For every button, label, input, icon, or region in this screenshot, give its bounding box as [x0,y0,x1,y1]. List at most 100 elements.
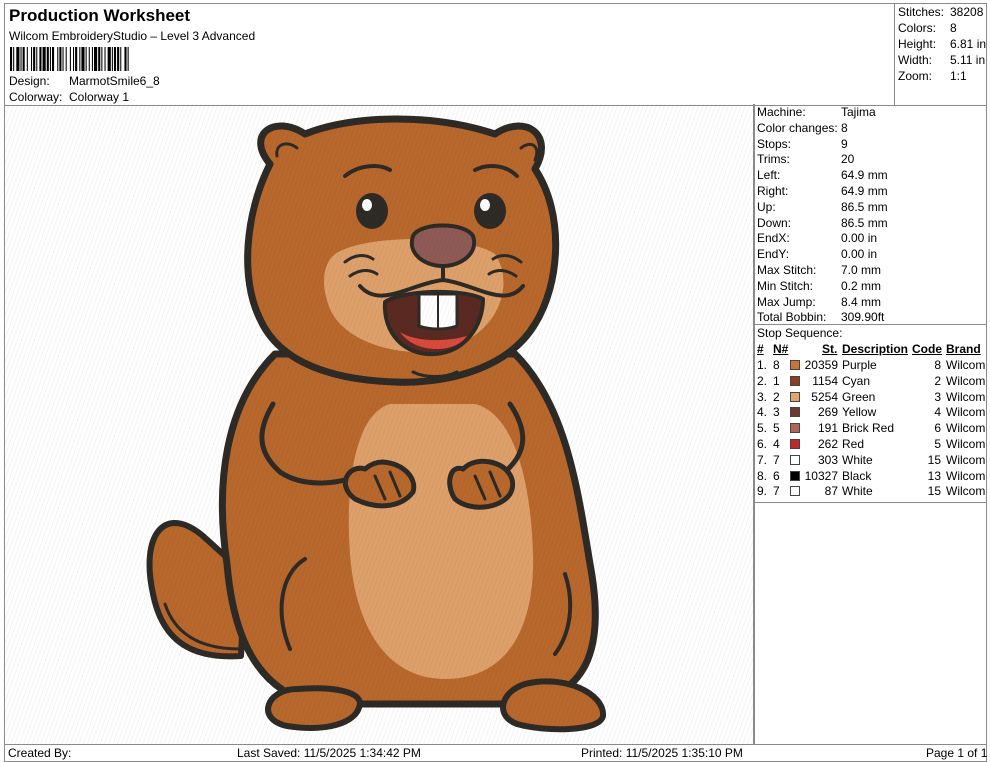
barcode-bar [81,47,85,71]
machine-info-value: 64.9 mm [841,168,888,183]
barcode-bar [88,47,90,71]
machine-info-value: 309.90ft [841,310,885,325]
machine-info-label: Max Stitch: [757,263,817,277]
stop-cell-n: 6 [773,468,780,483]
machine-info-label: Machine: [757,105,806,119]
stop-cell-n: 8 [773,358,780,372]
barcode-bar [94,47,98,71]
thread-color-swatch [790,486,800,497]
barcode-bar [113,47,117,71]
machine-info-label: Max Jump: [757,294,816,309]
machine-info-row: Left: 64.9 mm [757,168,888,182]
page-number: Page 1 of 1 [926,746,988,760]
barcode-bar [10,47,13,71]
machine-info-value: 8 [841,120,848,135]
machine-info-value: 9 [841,136,848,151]
barcode-bar [117,47,120,71]
machine-info-value: 0.00 in [841,231,878,246]
barcode-bar [98,47,101,71]
barcode-bar [31,47,33,71]
machine-info-value: 0.2 mm [841,278,882,293]
stop-cell-brand: Wilcom [946,389,986,404]
machine-info-label: EndX: [757,231,790,246]
design-name: MarmotSmile6_8 [69,74,160,88]
stop-cell-brand: Wilcom [946,437,986,451]
stop-cell-n: 7 [773,452,780,467]
stop-cell-code: 6 [934,421,941,436]
design-label: Design: [9,74,50,88]
barcode-bar [101,47,103,71]
thread-color-swatch [790,375,800,386]
thread-color-swatch [790,407,800,418]
stop-cell-brand: Wilcom [946,421,986,436]
machine-info-row: EndX: 0.00 in [757,231,877,246]
machine-info-value: Tajima [841,105,876,119]
barcode-bar [39,47,42,71]
stop-cell-n: 1 [773,373,780,388]
barcode-bar [104,47,106,71]
worksheet-header: Production Worksheet Wilcom EmbroiderySt… [4,3,895,106]
machine-info-value: 7.0 mm [841,263,882,277]
machine-info-value: 0.00 in [841,247,878,262]
machine-info-value: 8.4 mm [841,294,882,309]
stop-cell-desc: Brick Red [842,421,895,436]
stat-height: Height: 6.81 in [898,37,987,51]
stop-cell-brand: Wilcom [946,373,986,388]
worksheet-footer: Created By: Last Saved: 11/5/2025 1:34:4… [4,744,987,762]
stop-cell-code: 8 [934,358,941,372]
barcode-bar [79,47,81,71]
stop-cell-n: 3 [773,405,780,420]
barcode-bar [73,47,75,71]
barcode-bar [13,47,15,71]
stat-colors: Colors: 8 [898,21,957,35]
colorway-label: Colorway: [9,90,63,104]
barcode-bar [36,47,38,71]
created-by: Created By: [8,746,72,760]
col-header-brand: Brand [946,342,981,356]
stop-cell-code: 2 [934,373,941,388]
stop-cell-desc: Yellow [842,405,877,420]
machine-info-row: Down: 86.5 mm [757,216,888,230]
thread-color-swatch [790,470,800,481]
software-name: Wilcom EmbroideryStudio – Level 3 Advanc… [9,29,256,43]
stop-cell-desc: Cyan [842,373,871,388]
stop-cell-brand: Wilcom [946,358,986,372]
machine-info-label: Trims: [757,152,790,167]
stop-cell-st: 1154 [812,373,838,388]
thread-color-swatch [790,360,800,370]
barcode-bar [69,47,71,71]
machine-info-label: Color changes: [757,120,838,135]
machine-info-row: Max Stitch: 7.0 mm [757,263,881,277]
machine-info-row: Up: 86.5 mm [757,199,888,214]
machine-info-value: 64.9 mm [841,184,888,198]
stop-cell-st: 303 [817,452,838,467]
last-saved: Last Saved: 11/5/2025 1:34:42 PM [237,746,421,760]
thread-color-swatch [790,423,800,434]
stop-cell-st: 87 [824,484,838,499]
design-stats: Stitches: 38208 Colors: 8 Height: 6.81 in W… [894,3,987,106]
worksheet-title: Production Worksheet [9,6,191,25]
barcode-bar [26,47,28,71]
machine-info-row: Right: 64.9 mm [757,184,888,198]
stop-cell-num: 8. [757,468,768,483]
col-header-code: Code [912,342,942,356]
machine-info-row: Max Jump: 8.4 mm [757,294,881,309]
stop-cell-num: 2. [757,373,768,388]
stop-cell-desc: White [842,484,873,499]
stat-stitches: Stitches: 38208 [898,5,984,19]
machine-info-row: Stops: 9 [757,137,848,151]
machine-info-label: Up: [757,199,776,214]
stat-zoom: Zoom: 1:1 [898,69,967,83]
stop-cell-desc: Purple [842,358,877,372]
machine-info-row: Color changes: 8 [757,120,848,135]
col-header-stitches: St. [822,342,838,356]
stop-cell-st: 269 [817,405,838,420]
stop-cell-num: 6. [757,437,768,451]
barcode-bar [62,47,64,71]
stop-cell-code: 13 [927,468,941,483]
stop-cell-num: 7. [757,452,768,467]
stop-cell-num: 5. [757,421,768,436]
barcode-bar [120,47,122,71]
machine-info-value: 86.5 mm [841,215,888,230]
machine-info-row: Min Stitch: 0.2 mm [757,279,881,293]
